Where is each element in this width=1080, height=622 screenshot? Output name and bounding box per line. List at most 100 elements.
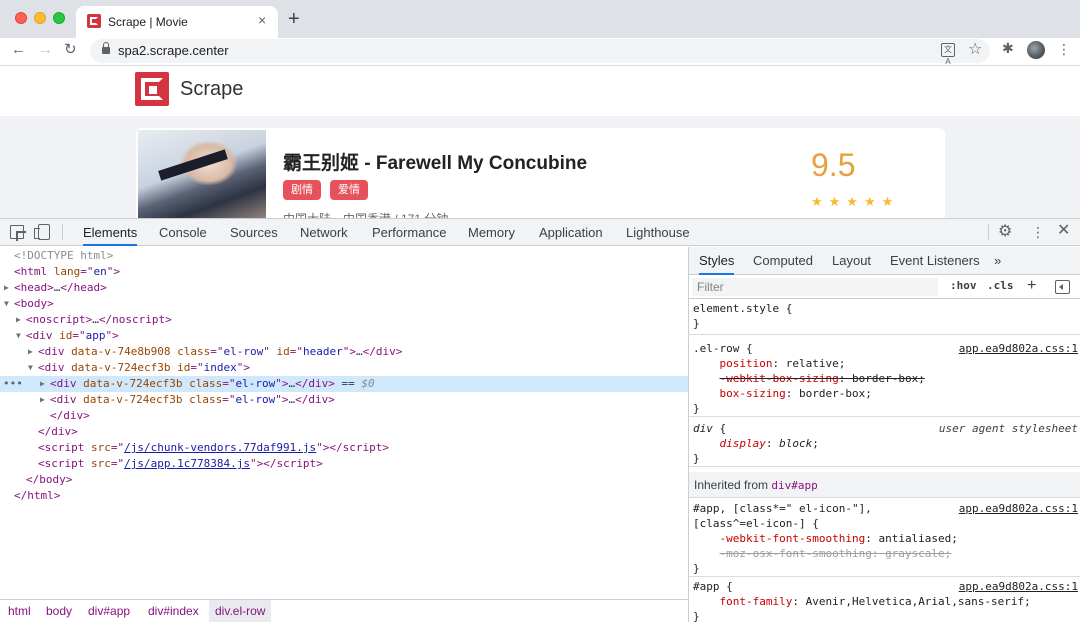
window-zoom-button[interactable]	[53, 12, 65, 24]
rule-source-link[interactable]: app.ea9d802a.css:1	[959, 579, 1078, 594]
profile-avatar[interactable]	[1027, 41, 1045, 59]
dom-node[interactable]: ▼ <div data-v-724ecf3b id="index">	[0, 360, 688, 376]
tab-application[interactable]: Application	[539, 219, 603, 246]
dom-node[interactable]: ▼ <body>	[0, 296, 688, 312]
site-header: Scrape	[0, 66, 1080, 116]
browser-tab[interactable]: Scrape | Movie ×	[76, 6, 278, 38]
dom-node[interactable]: ▶ <div data-v-724ecf3b class="el-row">…</…	[0, 392, 688, 408]
translate-icon[interactable]: 文A	[941, 43, 955, 66]
css-declaration[interactable]: box-sizing: border-box;	[689, 386, 1080, 401]
breadcrumb-item-selected[interactable]: div.el-row	[209, 600, 272, 622]
expand-triangle-icon[interactable]: ▶	[16, 312, 21, 328]
breadcrumb-item[interactable]: body	[40, 600, 78, 622]
breadcrumb-item[interactable]: div#app	[82, 600, 136, 622]
tab-sources[interactable]: Sources	[230, 219, 278, 246]
dom-node-markup: <noscript>…</noscript>	[26, 313, 172, 326]
close-icon[interactable]: ✕	[1057, 222, 1070, 240]
expand-triangle-icon[interactable]: ▶	[28, 344, 33, 360]
tab-performance[interactable]: Performance	[372, 219, 446, 246]
expand-triangle-open-icon[interactable]: ▼	[16, 328, 21, 344]
expand-triangle-open-icon[interactable]: ▼	[4, 296, 9, 312]
more-tabs-chevron-icon[interactable]: »	[994, 247, 1001, 275]
dom-node-selected[interactable]: ••• ▶ <div data-v-724ecf3b class="el-row">…	[0, 376, 688, 392]
tab-lighthouse[interactable]: Lighthouse	[626, 219, 690, 246]
dom-node-markup: <body>	[14, 297, 54, 310]
movie-poster[interactable]	[138, 130, 266, 218]
tab-close-icon[interactable]: ×	[258, 12, 266, 28]
browser-toolbar: ← → ↻ spa2.scrape.center 文A ☆	[0, 38, 1080, 66]
breadcrumb-item[interactable]: html	[2, 600, 37, 622]
dom-node[interactable]: </html>	[0, 488, 688, 504]
css-declaration-overridden[interactable]: -moz-osx-font-smoothing: grayscale;	[689, 546, 1080, 561]
expand-triangle-open-icon[interactable]: ▼	[28, 360, 33, 376]
css-rule[interactable]: div {user agent stylesheet display: bloc…	[689, 421, 1080, 467]
movie-title[interactable]: 霸王别姬 - Farewell My Concubine	[283, 148, 587, 175]
node-menu-dots-icon[interactable]: •••	[3, 376, 23, 392]
tab-network[interactable]: Network	[300, 219, 348, 246]
browser-menu-icon[interactable]: ⋮	[1057, 40, 1071, 58]
tab-computed[interactable]: Computed	[753, 247, 813, 275]
css-declaration-overridden[interactable]: -webkit-box-sizing: border-box;	[689, 371, 1080, 386]
lock-icon[interactable]	[102, 42, 110, 54]
dom-node[interactable]: ▶ <div data-v-74e8b908 class="el-row" id=…	[0, 344, 688, 360]
dom-node[interactable]: </div>	[0, 424, 688, 440]
dom-node[interactable]: </body>	[0, 472, 688, 488]
css-rule[interactable]: #app {app.ea9d802a.css:1 font-family: Av…	[689, 579, 1080, 622]
expand-triangle-icon[interactable]: ▶	[4, 280, 9, 296]
scrape-logo-icon[interactable]	[135, 72, 169, 106]
window-minimize-button[interactable]	[34, 12, 46, 24]
forward-arrow-icon[interactable]: →	[38, 40, 53, 60]
dom-node[interactable]: ▼ <div id="app">	[0, 328, 688, 344]
window-close-button[interactable]	[15, 12, 27, 24]
dom-node[interactable]: <!DOCTYPE html>	[0, 248, 688, 264]
divider	[62, 224, 63, 240]
add-rule-icon[interactable]: +	[1027, 276, 1036, 296]
dom-node-markup: <script src="/js/chunk-vendors.77daf991.…	[38, 441, 390, 454]
dom-node[interactable]: <script src="/js/app.1c778384.js"></scri…	[0, 456, 688, 472]
filter-input[interactable]	[692, 278, 938, 296]
reload-icon[interactable]: ↻	[64, 40, 77, 60]
toggle-sidebar-icon[interactable]	[1055, 280, 1070, 294]
tab-elements[interactable]: Elements	[83, 219, 138, 246]
css-rule[interactable]: element.style { }	[689, 301, 1080, 335]
page-viewport: Scrape 霸王别姬 - Farewell My Concubine 剧情 爱…	[0, 66, 1080, 218]
inherited-selector[interactable]: div#app	[771, 479, 817, 492]
more-options-icon[interactable]: ⋮	[1031, 223, 1045, 241]
dom-node[interactable]: <script src="/js/chunk-vendors.77daf991.…	[0, 440, 688, 456]
extensions-puzzle-icon[interactable]: ✱	[1002, 40, 1014, 57]
back-arrow-icon[interactable]: ←	[11, 40, 26, 60]
devtools-panel: Elements Console Sources Network Perform…	[0, 218, 1080, 622]
device-toolbar-icon[interactable]	[34, 224, 50, 240]
expand-triangle-icon[interactable]: ▶	[40, 392, 45, 408]
css-rule[interactable]: .el-row {app.ea9d802a.css:1 position: re…	[689, 341, 1080, 417]
dom-node-markup: <div data-v-724ecf3b id="index">	[38, 361, 250, 374]
dom-node[interactable]: </div>	[0, 408, 688, 424]
css-rule[interactable]: #app, [class*=" el-icon-"], app.ea9d802a.…	[689, 501, 1080, 577]
address-bar[interactable]: spa2.scrape.center 文A ☆	[90, 39, 990, 66]
dom-node[interactable]: <html lang="en">	[0, 264, 688, 280]
expand-triangle-icon[interactable]: ▶	[40, 376, 45, 392]
rule-source-link[interactable]: app.ea9d802a.css:1	[959, 501, 1078, 516]
tab-event-listeners[interactable]: Event Listeners	[890, 247, 980, 275]
rule-source-link[interactable]: app.ea9d802a.css:1	[959, 341, 1078, 356]
breadcrumb-item[interactable]: div#index	[142, 600, 205, 622]
dom-node[interactable]: ▶ <head>…</head>	[0, 280, 688, 296]
elements-tree[interactable]: <!DOCTYPE html> <html lang="en"> ▶ <head>…<…	[0, 247, 688, 599]
site-logo-text[interactable]: Scrape	[180, 78, 243, 101]
hover-state-toggle[interactable]: :hov	[950, 279, 977, 292]
tab-styles[interactable]: Styles	[699, 247, 735, 275]
dom-node[interactable]: ▶ <noscript>…</noscript>	[0, 312, 688, 328]
tab-layout[interactable]: Layout	[832, 247, 871, 275]
css-declaration[interactable]: position: relative;	[689, 356, 1080, 371]
rule-selector: div {user agent stylesheet	[693, 422, 1078, 435]
css-declaration[interactable]: font-family: Avenir,Helvetica,Arial,sans…	[689, 594, 1080, 609]
bookmark-star-icon[interactable]: ☆	[968, 40, 982, 60]
tab-memory[interactable]: Memory	[468, 219, 515, 246]
css-declaration[interactable]: -webkit-font-smoothing: antialiased;	[689, 531, 1080, 546]
url-text[interactable]: spa2.scrape.center	[118, 43, 229, 58]
tab-console[interactable]: Console	[159, 219, 207, 246]
class-toggle[interactable]: .cls	[987, 279, 1014, 292]
new-tab-button[interactable]: +	[288, 8, 300, 30]
gear-icon[interactable]: ⚙	[998, 223, 1012, 241]
inspect-element-icon[interactable]	[10, 225, 26, 241]
